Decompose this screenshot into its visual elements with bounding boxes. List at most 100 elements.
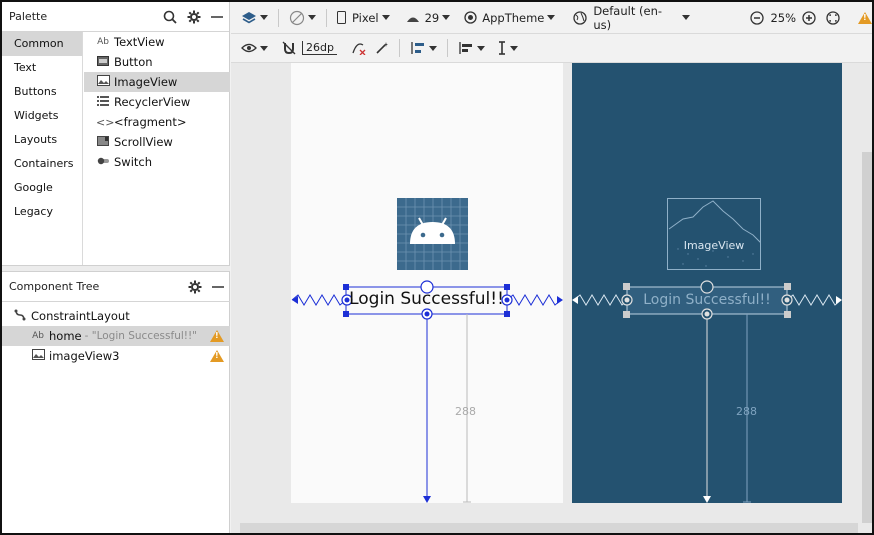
clear-constraints-icon: [352, 43, 366, 55]
minimize-icon[interactable]: [212, 281, 224, 293]
category-layouts[interactable]: Layouts: [2, 128, 82, 152]
component-tree-header: Component Tree: [2, 272, 230, 302]
device-selector[interactable]: Pixel: [337, 11, 390, 25]
widget-label: TextView: [114, 35, 165, 49]
blueprint-view[interactable]: ImageView: [572, 63, 842, 503]
dimension-label-blueprint: 288: [736, 405, 757, 418]
landscape-icon: [668, 200, 760, 267]
dimension-label: 288: [455, 405, 476, 418]
tree-item-home[interactable]: Ab home - "Login Successful!!": [2, 326, 230, 346]
category-buttons[interactable]: Buttons: [2, 80, 82, 104]
warning-icon[interactable]: [210, 330, 224, 342]
panel-splitter[interactable]: [2, 265, 230, 272]
image-icon: [96, 75, 110, 89]
code-icon: <>: [96, 115, 115, 129]
widget-label: RecyclerView: [114, 95, 191, 109]
zoom-in-icon: [802, 10, 816, 25]
widget-switch[interactable]: Switch: [84, 152, 230, 172]
tree-item-label: ConstraintLayout: [31, 309, 130, 323]
default-margin-button[interactable]: 26dp: [302, 41, 337, 55]
guidelines-button[interactable]: [497, 41, 518, 55]
warning-icon[interactable]: [210, 350, 224, 362]
theme-label: AppTheme: [482, 10, 545, 25]
textview-home-blueprint[interactable]: Login Successful!!: [627, 292, 787, 308]
locale-label: Default (en-us): [593, 3, 663, 32]
category-text[interactable]: Text: [2, 56, 82, 80]
widget-recyclerview[interactable]: RecyclerView: [84, 92, 230, 112]
imageview-placeholder-label: ImageView: [683, 239, 745, 252]
widget-label: Switch: [114, 155, 153, 169]
widget-label: ImageView: [114, 75, 178, 89]
horizontal-scrollbar[interactable]: [240, 523, 858, 533]
text-icon: Ab: [32, 331, 44, 341]
textview-home-preview[interactable]: Login Successful!!: [346, 289, 507, 309]
category-google[interactable]: Google: [2, 176, 82, 200]
clear-constraints-button[interactable]: [351, 41, 367, 55]
image-icon: [30, 349, 46, 363]
zoom-fit-icon: [826, 10, 840, 25]
search-icon[interactable]: [163, 10, 177, 24]
globe-icon: [573, 10, 588, 25]
tree-item-constraintlayout[interactable]: ConstraintLayout: [2, 306, 230, 326]
widget-textview[interactable]: Ab TextView: [84, 32, 230, 52]
locale-selector[interactable]: Default (en-us): [573, 3, 691, 32]
zoom-level: 25%: [770, 10, 796, 25]
android-icon: [406, 17, 419, 22]
orientation-button[interactable]: [289, 10, 316, 26]
pack-button[interactable]: [410, 41, 437, 55]
align-button[interactable]: [458, 41, 485, 55]
zoom-out-button[interactable]: [750, 10, 765, 25]
vertical-scrollbar[interactable]: [862, 152, 872, 523]
widget-scrollview[interactable]: ScrollView: [84, 132, 230, 152]
tree-item-label: home: [49, 329, 82, 343]
scroll-icon: [96, 135, 110, 149]
gear-icon[interactable]: [187, 10, 201, 24]
constraint-toolbar: 26dp: [231, 34, 872, 63]
switch-icon: [96, 157, 110, 168]
constraint-layout-icon: [12, 309, 28, 324]
widget-label: <fragment>: [114, 115, 187, 129]
palette-title: Palette: [9, 10, 48, 23]
api-selector[interactable]: 29: [406, 11, 451, 25]
left-panel: Palette Common Text Buttons Widgets Layo…: [2, 2, 230, 533]
widget-fragment[interactable]: <> <fragment>: [84, 112, 230, 132]
widget-label: Button: [114, 55, 153, 69]
category-widgets[interactable]: Widgets: [2, 104, 82, 128]
category-common[interactable]: Common: [2, 32, 82, 56]
zoom-in-button[interactable]: [802, 10, 816, 25]
zoom-fit-button[interactable]: [826, 10, 840, 25]
imageview3-preview[interactable]: [397, 198, 468, 270]
gear-icon[interactable]: [188, 280, 202, 294]
category-containers[interactable]: Containers: [2, 152, 82, 176]
autoconnect-toggle[interactable]: [282, 41, 296, 55]
design-toolbar: Pixel 29 AppTheme Default (en-us) 25%: [231, 2, 872, 34]
palette-categories: Common Text Buttons Widgets Layouts Cont…: [2, 32, 83, 266]
magic-wand-icon: [376, 42, 388, 54]
category-legacy[interactable]: Legacy: [2, 200, 82, 224]
palette-widgets: Ab TextView Button ImageView RecyclerVie…: [84, 32, 230, 172]
android-icon: [397, 198, 468, 270]
tree-item-imageview3[interactable]: imageView3: [2, 346, 230, 366]
eye-icon: [241, 43, 257, 53]
widget-label: ScrollView: [114, 135, 173, 149]
view-options-button[interactable]: [241, 43, 268, 53]
zoom-out-icon: [750, 10, 765, 25]
design-surface-button[interactable]: [241, 11, 268, 25]
design-view[interactable]: [291, 63, 563, 503]
layers-icon: [242, 11, 256, 23]
pack-icon: [411, 42, 424, 54]
list-icon: [96, 95, 110, 109]
api-label: 29: [424, 10, 440, 25]
infer-constraints-button[interactable]: [375, 41, 389, 55]
tree-item-hint: - "Login Successful!!": [84, 330, 198, 342]
widget-imageview[interactable]: ImageView: [84, 72, 230, 92]
phone-icon: [337, 11, 346, 24]
imageview3-blueprint[interactable]: ImageView: [667, 198, 761, 270]
widget-button[interactable]: Button: [84, 52, 230, 72]
theme-selector[interactable]: AppTheme: [464, 10, 556, 25]
warnings-button[interactable]: [858, 11, 872, 24]
theme-icon: [464, 11, 477, 24]
button-icon: [96, 55, 110, 69]
align-icon: [459, 42, 472, 54]
minimize-icon[interactable]: [211, 11, 223, 23]
